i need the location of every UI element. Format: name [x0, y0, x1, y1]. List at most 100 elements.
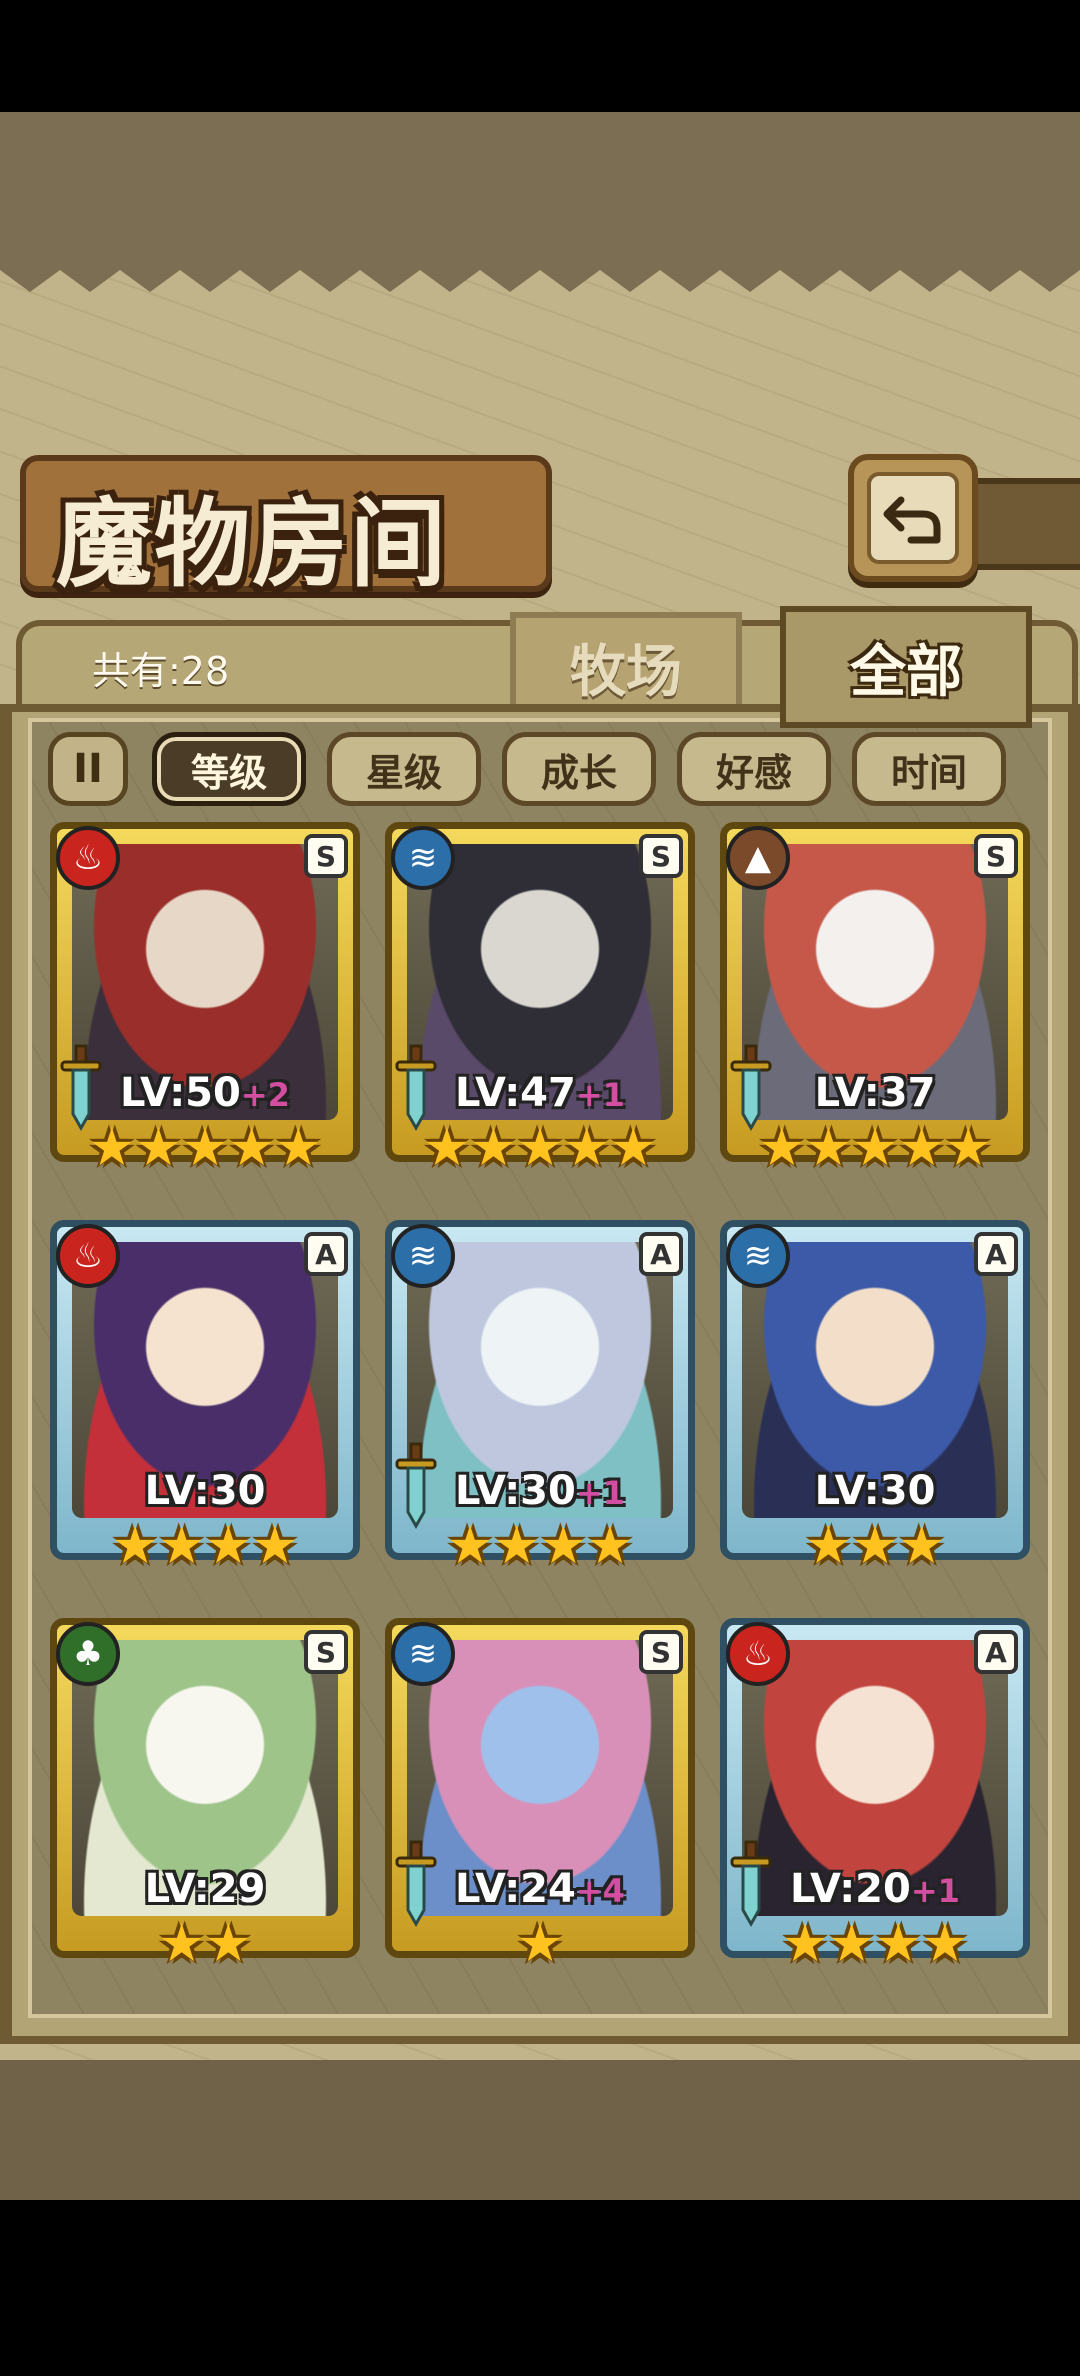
level-label: LV:20+1 — [720, 1866, 1030, 1912]
monster-card[interactable]: ≋ A LV:30+1 ★★★★ — [385, 1220, 695, 1580]
monster-card[interactable]: ≋ A LV:30 ★★★ — [720, 1220, 1030, 1580]
star-icon: ★ — [493, 1516, 540, 1576]
status-bar — [0, 0, 1080, 112]
water-element-icon: ≋ — [391, 826, 455, 890]
star-icon: ★ — [470, 1118, 517, 1178]
level-value: LV:20 — [790, 1866, 911, 1912]
star-icon: ★ — [758, 1118, 806, 1178]
rank-badge: S — [304, 834, 348, 878]
star-rating: ★★★★★ — [720, 1122, 1030, 1174]
grass-element-icon: ♣ — [56, 1622, 120, 1686]
sort-level[interactable]: 等级 — [152, 732, 306, 806]
top-map-band — [0, 112, 1080, 282]
star-rating: ★★★★ — [385, 1520, 695, 1572]
star-icon: ★ — [898, 1118, 945, 1178]
level-value: LV:30 — [144, 1468, 266, 1514]
star-icon: ★ — [135, 1118, 182, 1178]
star-icon: ★ — [251, 1516, 299, 1576]
rank-badge: S — [974, 834, 1018, 878]
navigation-bar-area — [0, 2200, 1080, 2376]
rank-badge: S — [639, 1630, 683, 1674]
star-icon: ★ — [205, 1516, 252, 1576]
level-label: LV:29 — [50, 1866, 360, 1912]
level-bonus: +4 — [575, 1872, 625, 1910]
water-element-icon: ≋ — [391, 1224, 455, 1288]
level-bonus: +1 — [575, 1474, 625, 1512]
star-icon: ★ — [158, 1516, 205, 1576]
sort-order-toggle[interactable]: II — [48, 732, 128, 806]
star-icon: ★ — [158, 1914, 205, 1974]
level-value: LV:50 — [120, 1070, 241, 1116]
monster-card[interactable]: ≋ S LV:47+1 ★★★★★ — [385, 822, 695, 1182]
star-icon: ★ — [921, 1914, 969, 1974]
star-icon: ★ — [563, 1118, 610, 1178]
panel-top-edge — [0, 262, 1080, 292]
star-icon: ★ — [828, 1914, 875, 1974]
star-icon: ★ — [586, 1516, 634, 1576]
rank-badge: S — [304, 1630, 348, 1674]
title-plaque: 魔物房间 — [20, 455, 552, 600]
sort-growth[interactable]: 成长 — [502, 732, 656, 806]
water-element-icon: ≋ — [391, 1622, 455, 1686]
rank-badge: A — [639, 1232, 683, 1276]
star-icon: ★ — [805, 1118, 852, 1178]
monster-card[interactable]: ▲ S LV:37 ★★★★★ — [720, 822, 1030, 1182]
star-rating: ★★★★★ — [50, 1122, 360, 1174]
star-icon: ★ — [181, 1118, 229, 1178]
level-label: LV:50+2 — [50, 1070, 360, 1116]
star-icon: ★ — [609, 1118, 657, 1178]
sort-time[interactable]: 时间 — [852, 732, 1006, 806]
pause-sort-icon: II — [73, 746, 103, 792]
monster-card[interactable]: ♨ A LV:20+1 ★★★★ — [720, 1618, 1030, 1978]
page-title: 魔物房间 — [56, 487, 448, 600]
level-bonus: +1 — [575, 1076, 625, 1114]
level-label: LV:30 — [50, 1468, 360, 1514]
rank-badge: A — [304, 1232, 348, 1276]
sort-stars[interactable]: 星级 — [327, 732, 481, 806]
monster-card[interactable]: ♣ S LV:29 ★★ — [50, 1618, 360, 1978]
level-value: LV:37 — [814, 1070, 936, 1116]
star-icon: ★ — [205, 1914, 252, 1974]
water-element-icon: ≋ — [726, 1224, 790, 1288]
star-icon: ★ — [228, 1118, 275, 1178]
star-rating: ★★★★ — [720, 1918, 1030, 1970]
rank-badge: A — [974, 1232, 1018, 1276]
level-bonus: +2 — [240, 1076, 290, 1114]
tab-all[interactable]: 全部 — [780, 606, 1032, 728]
star-rating: ★★★★★ — [385, 1122, 695, 1174]
star-icon: ★ — [446, 1516, 494, 1576]
fire-element-icon: ♨ — [56, 1224, 120, 1288]
star-icon: ★ — [875, 1914, 922, 1974]
level-label: LV:30 — [720, 1468, 1030, 1514]
monster-card[interactable]: ≋ S LV:24+4 ★ — [385, 1618, 695, 1978]
star-icon: ★ — [274, 1118, 322, 1178]
level-bonus: +1 — [910, 1872, 960, 1910]
monster-card[interactable]: ♨ A LV:30 ★★★★ — [50, 1220, 360, 1580]
rank-badge: A — [974, 1630, 1018, 1674]
star-icon: ★ — [781, 1914, 829, 1974]
monster-card[interactable]: ♨ S LV:50+2 ★★★★★ — [50, 822, 360, 1182]
level-label: LV:47+1 — [385, 1070, 695, 1116]
monster-count: 共有:28 — [92, 649, 230, 693]
star-icon: ★ — [805, 1516, 852, 1576]
back-button[interactable] — [848, 454, 978, 582]
star-icon: ★ — [516, 1914, 564, 1974]
sort-affection[interactable]: 好感 — [677, 732, 831, 806]
bottom-map-band — [0, 2060, 1080, 2210]
earth-element-icon: ▲ — [726, 826, 790, 890]
star-rating: ★ — [385, 1918, 695, 1970]
level-label: LV:24+4 — [385, 1866, 695, 1912]
level-value: LV:30 — [455, 1468, 576, 1514]
level-value: LV:24 — [455, 1866, 576, 1912]
level-value: LV:30 — [814, 1468, 936, 1514]
star-icon: ★ — [851, 1516, 899, 1576]
level-label: LV:37 — [720, 1070, 1030, 1116]
back-rail — [960, 478, 1080, 570]
star-rating: ★★★ — [720, 1520, 1030, 1572]
fire-element-icon: ♨ — [56, 826, 120, 890]
level-value: LV:29 — [144, 1866, 266, 1912]
return-arrow-icon — [867, 472, 959, 564]
star-icon: ★ — [540, 1516, 587, 1576]
star-icon: ★ — [516, 1118, 564, 1178]
level-value: LV:47 — [455, 1070, 576, 1116]
